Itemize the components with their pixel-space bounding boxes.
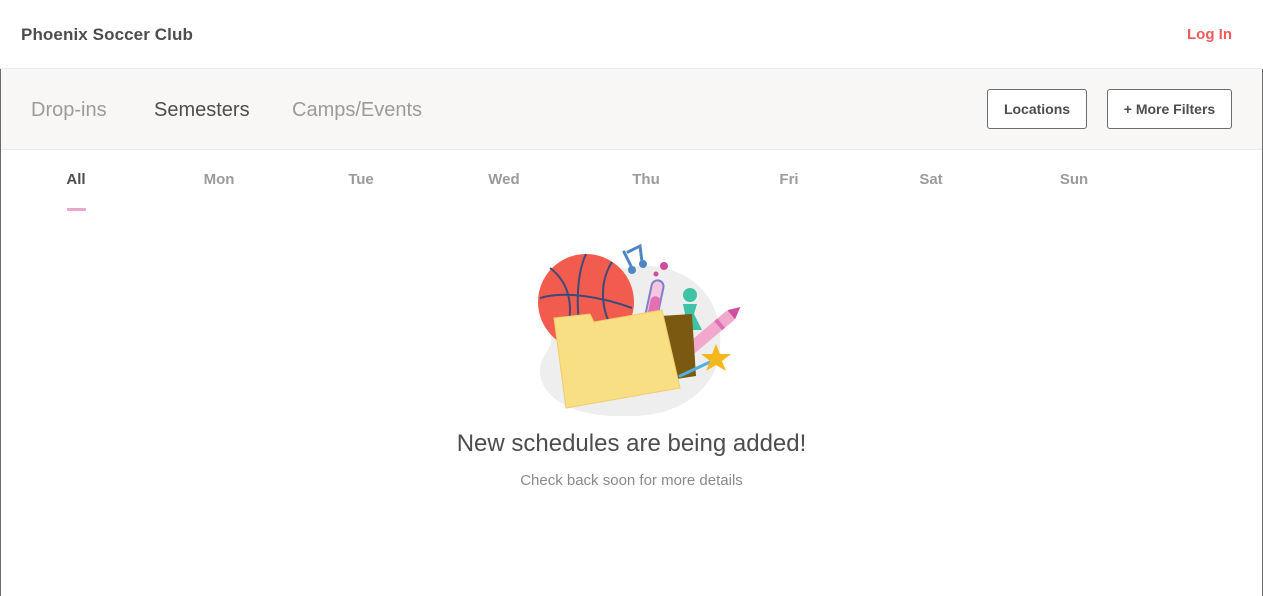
day-tab-wed[interactable]: Wed (474, 171, 534, 188)
day-tab-sun[interactable]: Sun (1044, 171, 1104, 188)
tab-drop-ins[interactable]: Drop-ins (31, 99, 107, 122)
day-tab-thu[interactable]: Thu (616, 171, 676, 188)
more-filters-button[interactable]: + More Filters (1107, 89, 1232, 129)
bubble-icon (660, 262, 668, 270)
tab-camps-events[interactable]: Camps/Events (292, 99, 422, 122)
empty-state-illustration (538, 243, 741, 417)
program-nav: Drop-ins Semesters Camps/Events Location… (1, 69, 1262, 150)
locations-button[interactable]: Locations (987, 89, 1087, 129)
day-tab-mon[interactable]: Mon (189, 171, 249, 188)
empty-state-title: New schedules are being added! (456, 430, 807, 457)
login-link[interactable]: Log In (1187, 26, 1232, 43)
brand-name[interactable]: Phoenix Soccer Club (21, 25, 193, 45)
active-day-indicator (67, 208, 86, 211)
bubble-icon (653, 271, 659, 277)
day-tab-sat[interactable]: Sat (901, 171, 961, 188)
tab-semesters[interactable]: Semesters (154, 99, 250, 122)
day-tabs: All Mon Tue Wed Thu Fri Sat Sun (0, 150, 1263, 214)
top-header: Phoenix Soccer Club Log In (0, 0, 1263, 69)
day-tab-tue[interactable]: Tue (331, 171, 391, 188)
day-tab-fri[interactable]: Fri (759, 171, 819, 188)
empty-state-subtitle: Check back soon for more details (520, 472, 743, 489)
day-tab-all[interactable]: All (46, 171, 106, 188)
